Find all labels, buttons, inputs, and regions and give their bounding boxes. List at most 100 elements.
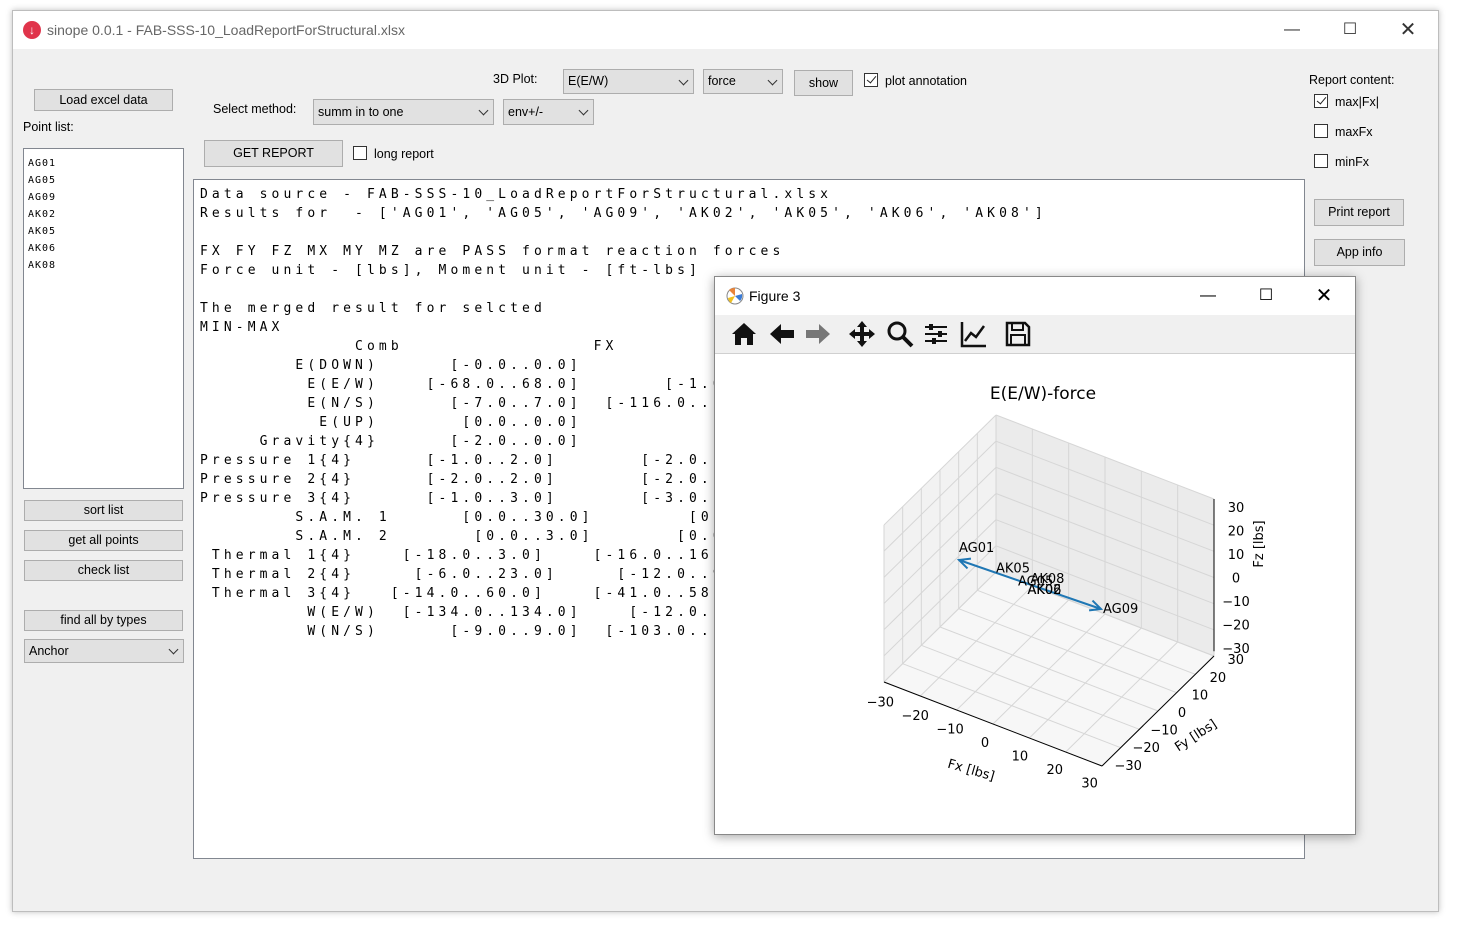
print-report-button[interactable]: Print report	[1314, 199, 1404, 226]
point-annotation-ag01: AG01	[959, 541, 994, 556]
x-tick-label: 20	[1046, 763, 1063, 778]
point-list-item[interactable]: AK06	[24, 240, 183, 257]
z-tick-label: 10	[1228, 548, 1245, 563]
z-tick-label: 0	[1232, 572, 1240, 587]
min-fx-label: minFx	[1335, 155, 1370, 169]
z-tick-label: 20	[1228, 524, 1245, 539]
type-select-value: Anchor	[29, 644, 69, 658]
minimize-button[interactable]: —	[1263, 11, 1321, 49]
x-tick-label: 10	[1012, 749, 1029, 764]
chevron-down-icon	[168, 644, 179, 655]
chevron-down-icon	[478, 105, 489, 116]
quantity-select[interactable]: force	[703, 69, 783, 94]
figure-minimize-button[interactable]: —	[1179, 277, 1237, 315]
point-annotation-ag09: AG09	[1103, 602, 1138, 617]
max-fx-label: maxFx	[1335, 125, 1373, 139]
find-all-by-types-button[interactable]: find all by types	[24, 610, 183, 631]
long-report-label: long report	[374, 147, 434, 161]
title-bar: ↓ sinope 0.0.1 - FAB-SSS-10_LoadReportFo…	[13, 11, 1438, 49]
y-tick-label: 10	[1192, 688, 1209, 703]
figure-window: Figure 3 — ☐ ✕ E(E/W)-force −30 −20 −10 0 10…	[714, 276, 1356, 835]
close-button[interactable]: ✕	[1379, 11, 1437, 49]
point-list-item[interactable]: AG01	[24, 155, 183, 172]
save-icon[interactable]	[1003, 319, 1033, 349]
point-list-item[interactable]: AK02	[24, 206, 183, 223]
quantity-select-value: force	[708, 74, 736, 88]
method-select[interactable]: summ in to one	[313, 99, 494, 125]
select-method-label: Select method:	[213, 102, 297, 116]
point-annotation-ak06: AK06	[1027, 583, 1061, 598]
plot-annotation-label: plot annotation	[885, 74, 968, 88]
z-tick-label: −20	[1222, 619, 1249, 634]
back-arrow-icon[interactable]	[767, 319, 797, 349]
load-excel-button[interactable]: Load excel data	[34, 89, 173, 111]
x-tick-label: −30	[867, 696, 894, 711]
z-tick-label: 30	[1228, 501, 1245, 516]
app-info-button[interactable]: App info	[1314, 239, 1405, 266]
z-tick-label: −10	[1222, 595, 1249, 610]
long-report-checkbox[interactable]	[353, 146, 367, 160]
point-list-label: Point list:	[23, 120, 74, 134]
plot3d-select-value: E(E/W)	[568, 74, 609, 88]
sinope-down-arrow-icon: ↓	[23, 21, 41, 39]
show-button[interactable]: show	[794, 70, 853, 96]
plot3d-label: 3D Plot:	[493, 72, 538, 86]
env-select[interactable]: env+/-	[503, 99, 594, 125]
z-tick-label: −30	[1222, 642, 1249, 657]
pan-icon[interactable]	[847, 319, 877, 349]
x-axis-label: Fx [lbs]	[946, 757, 996, 785]
report-line: FX FY FZ MX MY MZ are PASS format reacti…	[200, 244, 785, 259]
x-tick-label: 0	[981, 736, 989, 751]
zoom-icon[interactable]	[885, 319, 915, 349]
get-report-button[interactable]: GET REPORT	[204, 140, 343, 167]
chevron-down-icon	[578, 105, 589, 116]
z-axis-label: Fz [lbs]	[1252, 520, 1267, 567]
plot3d-select[interactable]: E(E/W)	[563, 69, 694, 94]
point-annotation-ak05: AK05	[996, 562, 1030, 577]
maximize-button[interactable]: ☐	[1321, 11, 1379, 49]
report-line: Results for - ['AG01', 'AG05', 'AG09', '…	[200, 206, 1047, 221]
y-tick-label: 0	[1178, 706, 1186, 721]
point-list-item[interactable]: AK05	[24, 223, 183, 240]
max-abs-fx-checkbox[interactable]	[1314, 94, 1328, 108]
type-select[interactable]: Anchor	[24, 639, 184, 663]
figure-toolbar	[715, 315, 1355, 354]
y-tick-label: 20	[1210, 671, 1227, 686]
window-title: sinope 0.0.1 - FAB-SSS-10_LoadReportForS…	[47, 22, 405, 38]
y-axis-label: Fy [lbs]	[1172, 717, 1219, 755]
check-list-button[interactable]: check list	[24, 560, 183, 581]
x-tick-label: 30	[1081, 776, 1098, 791]
figure-title: Figure 3	[749, 288, 801, 304]
plot-annotation-checkbox[interactable]	[864, 73, 878, 87]
get-all-points-button[interactable]: get all points	[24, 530, 183, 551]
report-content-label: Report content:	[1309, 73, 1395, 87]
point-list-item[interactable]: AK08	[24, 257, 183, 274]
plot-title: E(E/W)-force	[990, 384, 1096, 404]
report-line	[200, 223, 1047, 242]
chevron-down-icon	[767, 75, 778, 85]
point-list-item[interactable]: AG09	[24, 189, 183, 206]
report-line: Data source - FAB-SSS-10_LoadReportForSt…	[200, 187, 833, 202]
plot-canvas[interactable]: E(E/W)-force −30−20−100102030−30−20−1001…	[715, 354, 1355, 834]
y-tick-label: −20	[1132, 741, 1159, 756]
min-fx-checkbox[interactable]	[1314, 154, 1328, 168]
home-icon[interactable]	[729, 319, 759, 349]
env-select-value: env+/-	[508, 105, 544, 119]
x-tick-label: −20	[902, 709, 929, 724]
point-list[interactable]: AG01 AG05 AG09 AK02 AK05 AK06 AK08	[23, 148, 184, 489]
figure-maximize-button[interactable]: ☐	[1237, 277, 1295, 315]
max-abs-fx-label: max|Fx|	[1335, 95, 1379, 109]
max-fx-checkbox[interactable]	[1314, 124, 1328, 138]
figure-close-button[interactable]: ✕	[1295, 277, 1353, 315]
sort-list-button[interactable]: sort list	[24, 500, 183, 521]
y-tick-label: −10	[1150, 724, 1177, 739]
y-tick-label: −30	[1115, 759, 1142, 774]
edit-axes-icon[interactable]	[959, 319, 989, 349]
point-list-item[interactable]: AG05	[24, 172, 183, 189]
method-select-value: summ in to one	[318, 105, 404, 119]
forward-arrow-icon[interactable]	[803, 319, 833, 349]
configure-subplots-icon[interactable]	[921, 319, 951, 349]
chevron-down-icon	[678, 75, 689, 85]
figure-title-bar: Figure 3 — ☐ ✕	[715, 277, 1355, 315]
matplotlib-icon	[726, 287, 744, 305]
